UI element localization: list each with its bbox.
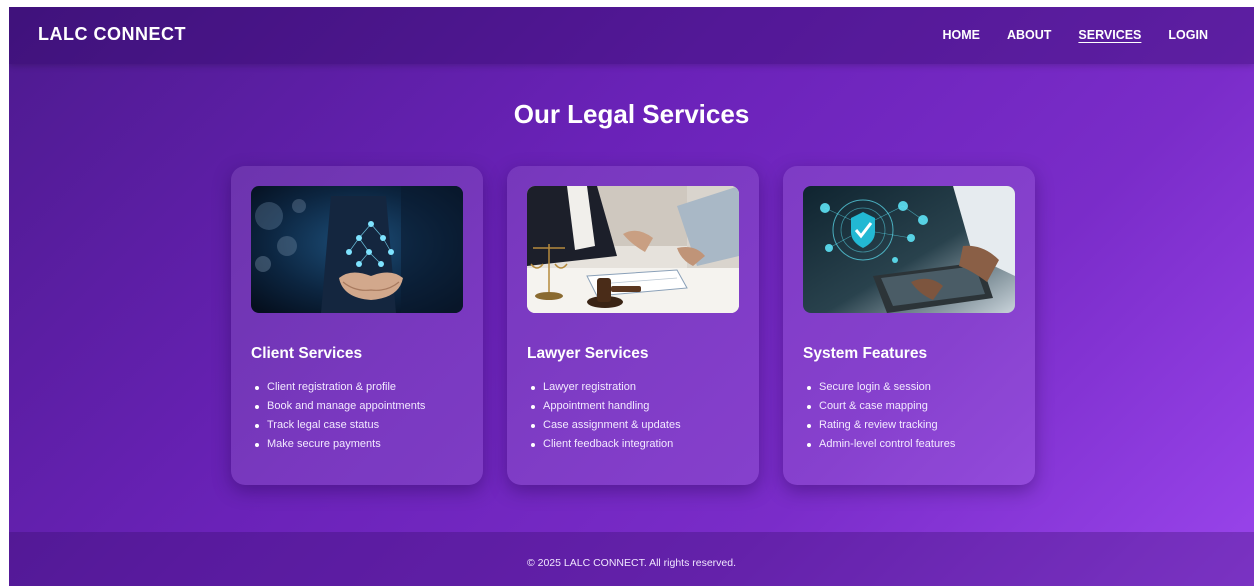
bullet-icon [807,386,811,390]
bullet-icon [255,443,259,447]
bullet-icon [807,443,811,447]
list-item: Make secure payments [251,435,425,454]
list-item: Admin-level control features [803,435,955,454]
bullet-icon [807,405,811,409]
nav-about[interactable]: ABOUT [1007,28,1051,42]
bullet-icon [255,424,259,428]
card-client-services: Client Services Client registration & pr… [231,166,483,485]
list-item: Client registration & profile [251,378,425,397]
brand-logo[interactable]: LALC CONNECT [38,24,186,45]
nav-home[interactable]: HOME [942,28,980,42]
list-item: Lawyer registration [527,378,681,397]
security-tablet-illustration [803,186,1015,313]
card-system-features: System Features Secure login & session C… [783,166,1035,485]
bullet-icon [255,405,259,409]
footer: © 2025 LALC CONNECT. All rights reserved… [9,532,1254,586]
list-item: Client feedback integration [527,435,681,454]
nav-login[interactable]: LOGIN [1168,28,1208,42]
bullet-icon [531,405,535,409]
client-services-image [251,186,463,313]
nav-services[interactable]: SERVICES [1078,28,1141,42]
hands-network-illustration [251,186,463,313]
card-title: System Features [803,345,928,362]
bullet-icon [531,443,535,447]
lawyer-services-image [527,186,739,313]
page-frame: LALC CONNECT HOME ABOUT SERVICES LOGIN O… [9,7,1254,586]
footer-copyright: © 2025 LALC CONNECT. All rights reserved… [526,557,737,569]
list-item: Book and manage appointments [251,397,425,416]
navbar: LALC CONNECT HOME ABOUT SERVICES LOGIN [9,7,1254,64]
list-item: Rating & review tracking [803,416,955,435]
card-title: Client Services [251,345,363,362]
list-item: Court & case mapping [803,397,955,416]
list-item: Case assignment & updates [527,416,681,435]
list-item: Secure login & session [803,378,955,397]
bullet-icon [255,386,259,390]
page-title: Our Legal Services [513,99,750,129]
lawyer-services-list: Lawyer registration Appointment handling… [527,378,681,454]
client-services-list: Client registration & profile Book and m… [251,378,425,454]
list-item: Appointment handling [527,397,681,416]
list-item: Track legal case status [251,416,425,435]
bullet-icon [807,424,811,428]
bullet-icon [531,386,535,390]
card-title: Lawyer Services [527,345,649,362]
card-lawyer-services: Lawyer Services Lawyer registration Appo… [507,166,759,485]
system-features-list: Secure login & session Court & case mapp… [803,378,955,454]
main-nav: HOME ABOUT SERVICES LOGIN [942,28,1208,42]
system-features-image [803,186,1015,313]
gavel-meeting-illustration [527,186,739,313]
bullet-icon [531,424,535,428]
